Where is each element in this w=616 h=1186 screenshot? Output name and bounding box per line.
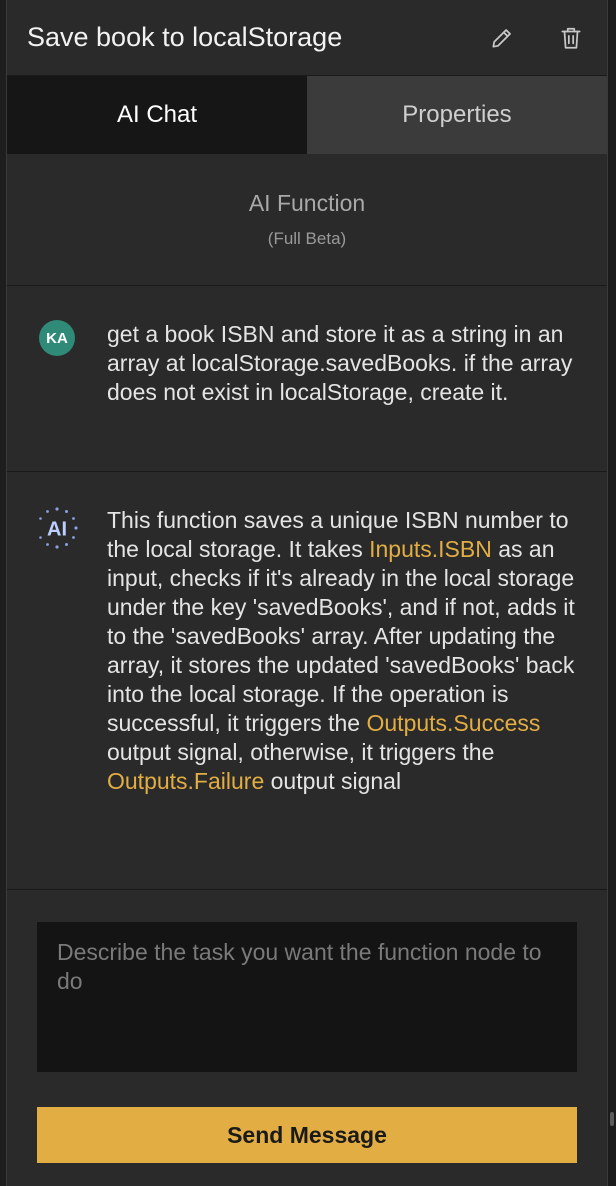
trash-icon bbox=[561, 27, 581, 49]
pencil-icon bbox=[492, 28, 511, 48]
edit-button[interactable] bbox=[482, 18, 522, 58]
scrollbar-thumb[interactable] bbox=[610, 1112, 614, 1126]
delete-button[interactable] bbox=[551, 18, 591, 58]
ai-avatar: AI bbox=[35, 506, 79, 550]
ai-function-title: AI Function bbox=[248, 190, 366, 216]
function-panel: Save book to localStorage AI Chat Proper… bbox=[6, 0, 608, 1186]
message-composer: Send Message bbox=[7, 890, 607, 1163]
task-description-input[interactable] bbox=[37, 922, 577, 1072]
message-text: This function saves a unique ISBN number… bbox=[107, 507, 575, 794]
chat-message-user: KA get a book ISBN and store it as a str… bbox=[7, 286, 607, 472]
code-ref-outputs-failure: Outputs.Failure bbox=[107, 768, 265, 794]
ai-function-subtitle: (Full Beta) bbox=[267, 229, 347, 248]
scrollbar[interactable] bbox=[608, 0, 616, 1186]
chat-message-ai: AI This function saves a unique ISBN num… bbox=[7, 472, 607, 890]
ai-function-header: AI Function (Full Beta) bbox=[7, 154, 607, 286]
send-message-button[interactable]: Send Message bbox=[37, 1107, 577, 1163]
code-ref-outputs-success: Outputs.Success bbox=[366, 710, 541, 736]
tab-ai-chat[interactable]: AI Chat bbox=[7, 76, 307, 154]
page-title: Save book to localStorage bbox=[27, 22, 343, 52]
panel-header: Save book to localStorage bbox=[7, 0, 607, 76]
tab-bar: AI Chat Properties bbox=[7, 76, 607, 154]
ai-sparkle-icon: AI bbox=[39, 507, 78, 549]
ai-avatar-label: AI bbox=[47, 519, 67, 541]
user-avatar: KA bbox=[39, 320, 75, 356]
code-ref-inputs-isbn: Inputs.ISBN bbox=[369, 536, 492, 562]
tab-properties[interactable]: Properties bbox=[307, 76, 607, 154]
message-text: get a book ISBN and store it as a string… bbox=[107, 321, 573, 405]
